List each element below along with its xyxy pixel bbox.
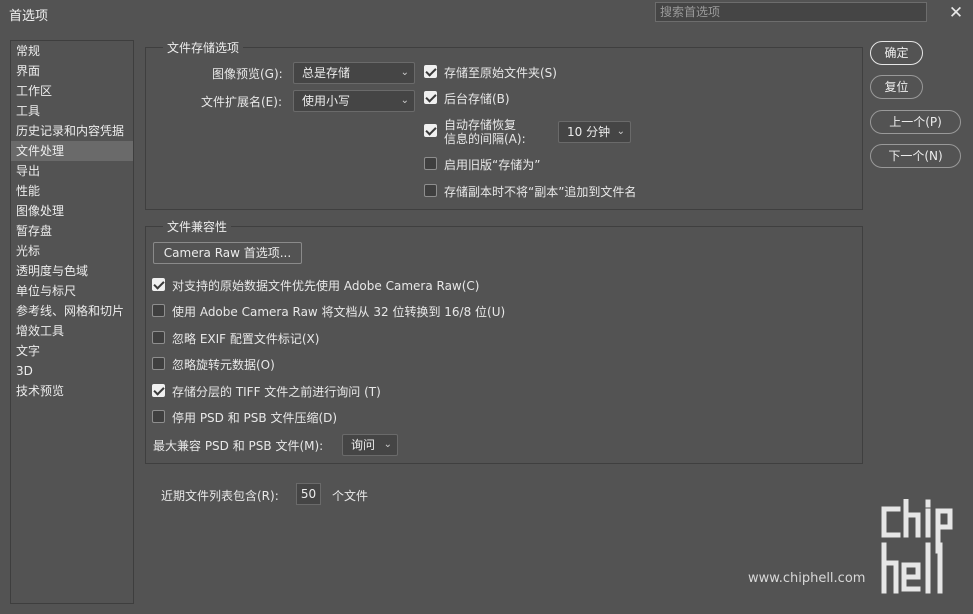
image-preview-label: 图像预览(G): (212, 67, 283, 81)
max-compat-value: 询问 (351, 438, 376, 452)
file-saving-title: 文件存储选项 (163, 39, 244, 56)
disable-psd-compression-checkbox[interactable] (152, 410, 165, 423)
watermark-url: www.chiphell.com (748, 571, 866, 586)
auto-recovery-interval-value: 10 分钟 (567, 125, 611, 139)
reset-button[interactable]: 复位 (870, 75, 923, 99)
extension-select[interactable]: 使用小写 ⌄ (293, 90, 415, 112)
next-button[interactable]: 下一个(N) (870, 144, 961, 168)
sidebar-item-transparency[interactable]: 透明度与色域 (11, 261, 133, 281)
sidebar-item-general[interactable]: 常规 (11, 41, 133, 61)
sidebar-item-scratch-disks[interactable]: 暂存盘 (11, 221, 133, 241)
extension-label: 文件扩展名(E): (201, 95, 282, 109)
camera-raw-preferences-button[interactable]: Camera Raw 首选项... (153, 242, 302, 264)
image-preview-select[interactable]: 总是存储 ⌄ (293, 62, 415, 84)
sidebar: 常规 界面 工作区 工具 历史记录和内容凭据 文件处理 导出 性能 图像处理 暂… (10, 40, 134, 604)
sidebar-item-tools[interactable]: 工具 (11, 101, 133, 121)
sidebar-item-units[interactable]: 单位与标尺 (11, 281, 133, 301)
sidebar-item-type[interactable]: 文字 (11, 341, 133, 361)
title-bar: 首选项 ✕ (0, 0, 973, 26)
background-save-checkbox[interactable] (424, 91, 437, 104)
convert-32bit-label: 使用 Adobe Camera Raw 将文档从 32 位转换到 16/8 位(… (172, 305, 506, 319)
recent-files-suffix: 个文件 (332, 489, 369, 503)
max-compat-select[interactable]: 询问 ⌄ (342, 434, 398, 456)
convert-32bit-checkbox[interactable] (152, 304, 165, 317)
background-save-label: 后台存储(B) (444, 92, 510, 106)
sidebar-item-file-handling[interactable]: 文件处理 (11, 141, 133, 161)
sidebar-item-plugins[interactable]: 增效工具 (11, 321, 133, 341)
no-copy-suffix-checkbox[interactable] (424, 184, 437, 197)
max-compat-label: 最大兼容 PSD 和 PSB 文件(M): (153, 439, 324, 453)
file-compatibility-title: 文件兼容性 (163, 218, 232, 235)
sidebar-item-export[interactable]: 导出 (11, 161, 133, 181)
sidebar-item-interface[interactable]: 界面 (11, 61, 133, 81)
ask-tiff-layers-label: 存储分层的 TIFF 文件之前进行询问 (T) (172, 385, 381, 399)
recent-files-label: 近期文件列表包含(R): (161, 489, 279, 503)
sidebar-item-3d[interactable]: 3D (11, 361, 133, 381)
save-original-folder-label: 存储至原始文件夹(S) (444, 66, 557, 80)
chevron-down-icon: ⌄ (616, 126, 625, 137)
sidebar-item-image-processing[interactable]: 图像处理 (11, 201, 133, 221)
auto-recovery-checkbox[interactable] (424, 124, 437, 137)
sidebar-item-performance[interactable]: 性能 (11, 181, 133, 201)
ignore-rotation-checkbox[interactable] (152, 357, 165, 370)
prefer-camera-raw-checkbox[interactable] (152, 278, 165, 291)
previous-button[interactable]: 上一个(P) (870, 110, 961, 134)
search-input[interactable] (655, 2, 927, 22)
disable-psd-compression-label: 停用 PSD 和 PSB 文件压缩(D) (172, 411, 338, 425)
sidebar-item-history[interactable]: 历史记录和内容凭据 (11, 121, 133, 141)
legacy-save-as-checkbox[interactable] (424, 157, 437, 170)
sidebar-item-tech-preview[interactable]: 技术预览 (11, 381, 133, 401)
extension-value: 使用小写 (302, 94, 351, 108)
ignore-exif-label: 忽略 EXIF 配置文件标记(X) (172, 332, 320, 346)
close-icon[interactable]: ✕ (946, 3, 966, 23)
chevron-down-icon: ⌄ (400, 67, 409, 78)
chevron-down-icon: ⌄ (400, 95, 409, 106)
no-copy-suffix-label: 存储副本时不将“副本”追加到文件名 (444, 185, 637, 199)
auto-recovery-label-line2: 信息的间隔(A): (444, 132, 526, 146)
ask-tiff-layers-checkbox[interactable] (152, 384, 165, 397)
auto-recovery-interval-select[interactable]: 10 分钟 ⌄ (558, 121, 631, 143)
ignore-rotation-label: 忽略旋转元数据(O) (172, 358, 275, 372)
sidebar-item-cursors[interactable]: 光标 (11, 241, 133, 261)
chevron-down-icon: ⌄ (383, 439, 392, 450)
chiphell-watermark: www.chiphell.com (748, 499, 963, 599)
prefer-camera-raw-label: 对支持的原始数据文件优先使用 Adobe Camera Raw(C) (172, 279, 480, 293)
sidebar-item-guides[interactable]: 参考线、网格和切片 (11, 301, 133, 321)
legacy-save-as-label: 启用旧版“存储为” (444, 158, 541, 172)
sidebar-item-workspace[interactable]: 工作区 (11, 81, 133, 101)
ok-button[interactable]: 确定 (870, 41, 923, 65)
save-original-folder-checkbox[interactable] (424, 65, 437, 78)
window-title: 首选项 (9, 9, 49, 24)
recent-files-input[interactable] (296, 483, 321, 505)
ignore-exif-checkbox[interactable] (152, 331, 165, 344)
image-preview-value: 总是存储 (302, 66, 351, 80)
